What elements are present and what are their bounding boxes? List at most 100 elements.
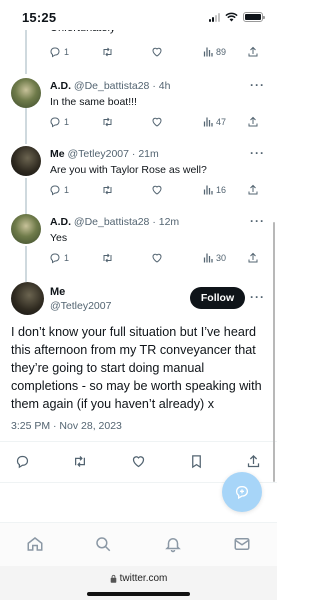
retweet-icon bbox=[103, 47, 112, 57]
messages-icon bbox=[234, 538, 250, 550]
more-icon[interactable]: ··· bbox=[250, 78, 265, 92]
handle[interactable]: @De_battista28 bbox=[74, 216, 149, 228]
previous-tweet-actions: 1 89 bbox=[45, 46, 265, 62]
handle[interactable]: @De_battista28 bbox=[74, 80, 149, 92]
share-button[interactable] bbox=[247, 184, 259, 196]
retweet-icon bbox=[103, 185, 112, 195]
main-tweet-text: I don’t know your full situation but I’v… bbox=[11, 325, 262, 411]
tab-home[interactable] bbox=[26, 535, 44, 558]
like-icon bbox=[132, 456, 145, 468]
like-button[interactable] bbox=[151, 252, 163, 264]
reply-button[interactable]: 1 bbox=[49, 46, 69, 58]
avatar[interactable] bbox=[11, 78, 41, 108]
like-button[interactable] bbox=[131, 454, 146, 474]
views-count: 30 bbox=[216, 252, 227, 263]
home-indicator[interactable] bbox=[87, 592, 190, 596]
tweet-time[interactable]: 12m bbox=[159, 216, 179, 228]
search-icon bbox=[96, 537, 111, 552]
reply-icon bbox=[50, 47, 60, 58]
handle[interactable]: @Tetley2007 bbox=[50, 300, 111, 312]
like-button[interactable] bbox=[151, 184, 163, 196]
handle[interactable]: @Tetley2007 bbox=[68, 148, 129, 160]
follow-button[interactable]: Follow bbox=[190, 287, 245, 309]
reply-icon bbox=[50, 117, 60, 128]
retweet-button[interactable] bbox=[101, 184, 114, 196]
reply-button[interactable]: 1 bbox=[49, 252, 69, 264]
more-icon[interactable]: ··· bbox=[250, 214, 265, 228]
more-icon[interactable]: ··· bbox=[250, 290, 265, 304]
tab-messages[interactable] bbox=[233, 535, 251, 558]
lock-icon bbox=[110, 574, 116, 583]
share-button[interactable] bbox=[247, 252, 259, 264]
views-icon bbox=[203, 253, 213, 263]
views-button[interactable]: 30 bbox=[203, 252, 226, 263]
share-button[interactable] bbox=[246, 454, 261, 474]
reply-icon bbox=[50, 185, 60, 196]
views-count: 47 bbox=[216, 116, 227, 127]
retweet-button[interactable] bbox=[72, 454, 88, 474]
views-icon bbox=[203, 117, 213, 127]
avatar[interactable] bbox=[11, 282, 44, 315]
tweet-text: In the same boat!!! bbox=[50, 96, 137, 108]
tab-search[interactable] bbox=[94, 535, 112, 558]
home-icon bbox=[27, 537, 43, 551]
views-icon bbox=[203, 47, 213, 57]
reply-icon bbox=[50, 253, 60, 264]
tweet-timestamp[interactable]: 3:25 PM · Nov 28, 2023 bbox=[11, 420, 122, 432]
tweet-time[interactable]: 4h bbox=[159, 80, 171, 92]
compose-icon bbox=[236, 486, 248, 500]
reply-button[interactable]: 1 bbox=[49, 116, 69, 128]
tweet-actions: 1 16 bbox=[45, 184, 265, 200]
views-button[interactable]: 47 bbox=[203, 116, 226, 127]
reply-count: 1 bbox=[64, 117, 70, 127]
reply-button[interactable] bbox=[15, 454, 30, 474]
share-button[interactable] bbox=[247, 46, 259, 58]
avatar[interactable] bbox=[11, 146, 41, 176]
compose-button[interactable] bbox=[222, 472, 262, 512]
bottom-tab-bar bbox=[0, 522, 277, 566]
browser-address-bar[interactable]: twitter.com bbox=[0, 566, 277, 600]
more-icon[interactable]: ··· bbox=[250, 146, 265, 160]
display-name[interactable]: Me bbox=[50, 286, 65, 298]
views-button[interactable]: 16 bbox=[203, 184, 226, 195]
url-text[interactable]: twitter.com bbox=[120, 573, 168, 584]
share-button[interactable] bbox=[247, 116, 259, 128]
views-button[interactable]: 89 bbox=[203, 46, 226, 57]
notifications-icon bbox=[165, 538, 181, 553]
avatar[interactable] bbox=[11, 214, 41, 244]
bookmark-button[interactable] bbox=[190, 454, 203, 474]
like-icon bbox=[152, 185, 162, 195]
display-name[interactable]: A.D. bbox=[50, 80, 71, 92]
views-count: 16 bbox=[216, 184, 227, 195]
thread-line bbox=[25, 30, 27, 74]
reply-button[interactable]: 1 bbox=[49, 184, 69, 196]
like-button[interactable] bbox=[151, 46, 163, 58]
share-icon bbox=[248, 46, 258, 57]
display-name[interactable]: A.D. bbox=[50, 216, 71, 228]
reply-count: 1 bbox=[64, 47, 70, 57]
reply-icon bbox=[16, 455, 29, 469]
reply-count: 1 bbox=[64, 185, 70, 195]
divider bbox=[0, 441, 277, 442]
views-icon bbox=[203, 185, 213, 195]
status-icons bbox=[209, 12, 265, 22]
retweet-icon bbox=[103, 253, 112, 263]
retweet-button[interactable] bbox=[101, 252, 114, 264]
main-tweet-header: Me @Tetley2007 Follow ··· bbox=[0, 282, 277, 322]
display-name[interactable]: Me bbox=[50, 148, 65, 160]
share-icon bbox=[248, 184, 258, 195]
tab-notifications[interactable] bbox=[164, 535, 182, 558]
share-icon bbox=[248, 116, 258, 127]
scrollbar[interactable] bbox=[273, 222, 275, 482]
retweet-icon bbox=[75, 456, 85, 467]
tweet-time[interactable]: 21m bbox=[138, 148, 158, 160]
status-bar: 15:25 bbox=[0, 0, 277, 36]
bookmark-icon bbox=[192, 455, 201, 469]
wifi-icon bbox=[225, 12, 238, 22]
tweet-actions: 1 47 bbox=[45, 116, 265, 132]
retweet-button[interactable] bbox=[101, 116, 114, 128]
main-tweet-actions bbox=[0, 454, 277, 474]
retweet-button[interactable] bbox=[101, 46, 114, 58]
like-button[interactable] bbox=[151, 116, 163, 128]
status-time: 15:25 bbox=[22, 10, 57, 25]
